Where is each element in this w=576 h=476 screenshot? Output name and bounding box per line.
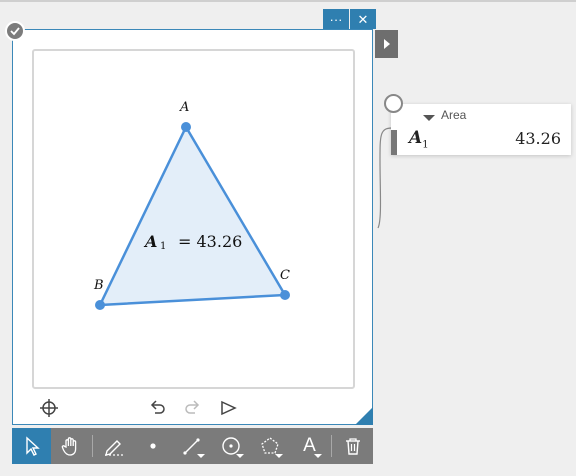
- dropdown-indicator: [274, 454, 283, 458]
- top-divider: [0, 0, 576, 2]
- area-label-sub: 1: [160, 241, 166, 252]
- canvas-controls: [13, 394, 372, 420]
- dropdown-indicator: [235, 454, 244, 458]
- point-A-label: A: [179, 100, 189, 115]
- delete-tool[interactable]: [334, 428, 373, 464]
- area-panel: Area A1 43.26: [391, 104, 571, 155]
- window-controls: ··· ✕: [323, 9, 376, 29]
- select-tool[interactable]: [12, 428, 51, 464]
- close-button[interactable]: ✕: [350, 9, 376, 29]
- check-icon[interactable]: [5, 21, 25, 41]
- geometry-canvas[interactable]: A B C A 1 = 43.26: [32, 49, 355, 389]
- panel-anchor-handle[interactable]: [384, 94, 403, 113]
- redo-icon[interactable]: [183, 398, 203, 418]
- pen-tool[interactable]: [95, 428, 134, 464]
- geometry-window: A B C A 1 = 43.26: [12, 29, 373, 425]
- point-C[interactable]: [280, 290, 290, 300]
- area-measure-sub: 1: [422, 139, 429, 151]
- area-measure-name: A1: [409, 128, 429, 150]
- point-tool[interactable]: [134, 428, 173, 464]
- hand-icon: [61, 437, 76, 456]
- area-panel-header: Area: [421, 108, 466, 122]
- dropdown-indicator: [313, 454, 322, 458]
- dot-icon: [150, 443, 157, 449]
- recenter-icon[interactable]: [39, 398, 59, 418]
- text-tool[interactable]: A: [290, 428, 329, 464]
- area-label-value: = 43.26: [178, 232, 242, 251]
- more-options-button[interactable]: ···: [323, 9, 349, 29]
- play-icon[interactable]: [218, 398, 238, 418]
- line-tool[interactable]: [173, 428, 212, 464]
- point-B[interactable]: [95, 300, 105, 310]
- polygon-tool[interactable]: [251, 428, 290, 464]
- dropdown-indicator: [196, 454, 205, 458]
- point-C-label: C: [280, 268, 290, 283]
- pen-icon: [105, 440, 124, 456]
- circle-tool[interactable]: [212, 428, 251, 464]
- construction-svg: A B C A 1 = 43.26: [93, 100, 290, 310]
- toolbar-divider: [92, 435, 93, 457]
- area-panel-title: Area: [441, 108, 467, 122]
- area-row-marker: [391, 130, 397, 155]
- pointer-arrow-icon: [25, 436, 40, 456]
- resize-handle[interactable]: [355, 407, 373, 425]
- trash-icon: [346, 438, 361, 455]
- area-measure-letter: A: [409, 128, 423, 148]
- point-A[interactable]: [181, 122, 191, 132]
- point-B-label: B: [93, 278, 104, 293]
- area-measure-value: 43.26: [515, 129, 561, 148]
- chevron-right-icon: [383, 39, 390, 49]
- pan-tool[interactable]: [51, 428, 90, 464]
- undo-icon[interactable]: [147, 398, 167, 418]
- expand-panel-button[interactable]: [375, 30, 398, 58]
- triangle-polygon[interactable]: [97, 124, 288, 307]
- toolbar-divider: [330, 435, 332, 457]
- area-label-name: A: [143, 232, 157, 251]
- tool-bar: A: [12, 428, 373, 464]
